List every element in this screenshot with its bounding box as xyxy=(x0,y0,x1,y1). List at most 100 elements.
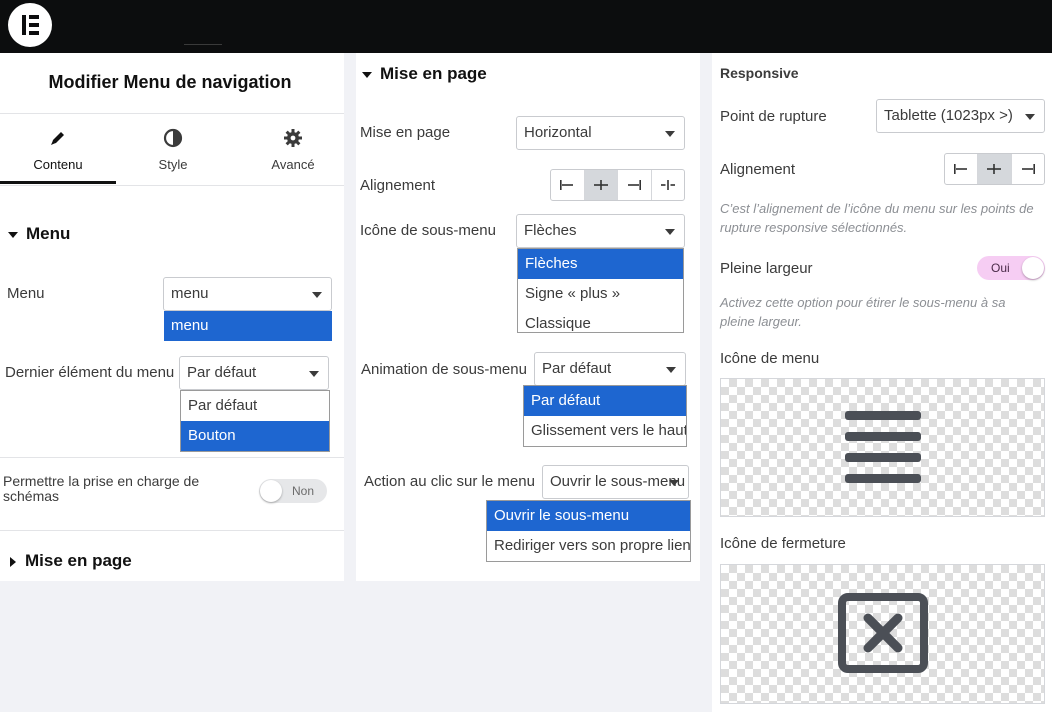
submenu-icon-label: Icône de sous-menu xyxy=(360,222,496,239)
dropdown-option[interactable]: Ouvrir le sous-menu xyxy=(487,501,690,531)
divider xyxy=(0,185,344,186)
click-action-select-value: Ouvrir le sous-menu xyxy=(550,473,686,490)
full-width-hint: Activez cette option pour étirer le sous… xyxy=(720,295,1006,329)
submenu-icon-dropdown: Flèches Signe « plus » Classique xyxy=(517,248,684,333)
click-action-select[interactable]: Ouvrir le sous-menu xyxy=(542,465,689,499)
menu-icon-picker[interactable] xyxy=(720,378,1045,517)
section-layout-header[interactable]: Mise en page xyxy=(362,64,487,84)
align-start-button[interactable] xyxy=(945,154,979,184)
align-end-button[interactable] xyxy=(618,170,652,200)
align-center-icon xyxy=(593,180,608,190)
toggle-label: Non xyxy=(292,484,315,498)
responsive-alignment-label: Alignement xyxy=(720,161,796,178)
elementor-logo-icon[interactable] xyxy=(8,3,52,47)
align-start-icon xyxy=(954,164,968,174)
layout-label: Mise en page xyxy=(360,124,451,141)
click-action-label: Action au clic sur le menu xyxy=(364,473,535,490)
chevron-down-icon xyxy=(666,367,676,373)
toggle-knob xyxy=(1022,257,1044,279)
align-start-button[interactable] xyxy=(551,170,585,200)
menu-select[interactable]: menu xyxy=(163,277,332,311)
panel-title: Modifier Menu de navigation xyxy=(48,72,292,92)
submenu-icon-select-value: Flèches xyxy=(524,222,577,239)
breakpoint-select-value: Tablette (1023px >) xyxy=(884,107,1013,124)
chevron-down-icon xyxy=(312,292,322,298)
dropdown-option[interactable]: Signe « plus » xyxy=(518,279,683,309)
chevron-down-icon xyxy=(665,131,675,137)
last-item-dropdown: Par défaut Bouton xyxy=(180,390,330,452)
tab-label: Avancé xyxy=(271,157,315,172)
last-item-select[interactable]: Par défaut xyxy=(179,356,329,390)
tab-style[interactable]: Style xyxy=(116,114,230,184)
section-label: Mise en page xyxy=(25,551,132,570)
schema-label: Permettre la prise en charge de schémas xyxy=(3,473,200,504)
tab-contenu[interactable]: Contenu xyxy=(0,114,116,184)
section-label: Menu xyxy=(26,224,71,243)
submenu-animation-dropdown: Par défaut Glissement vers le haut xyxy=(523,385,687,447)
section-menu-toggle[interactable]: Menu xyxy=(8,224,70,244)
dropdown-option[interactable]: Bouton xyxy=(181,421,329,451)
full-width-toggle[interactable]: Oui xyxy=(977,256,1045,280)
submenu-animation-select-value: Par défaut xyxy=(542,360,612,377)
submenu-icon-select[interactable]: Flèches xyxy=(516,214,685,248)
chevron-down-icon xyxy=(669,480,679,486)
hamburger-menu-icon xyxy=(845,411,921,483)
tab-avance[interactable]: Avancé xyxy=(236,114,350,184)
submenu-animation-select[interactable]: Par défaut xyxy=(534,352,686,386)
editor-topbar xyxy=(0,0,1052,53)
align-end-icon xyxy=(628,180,642,190)
menu-select-value: menu xyxy=(171,285,209,302)
full-width-label: Pleine largeur xyxy=(720,260,813,277)
dropdown-option[interactable]: Par défaut xyxy=(181,391,329,421)
tab-label: Style xyxy=(158,157,188,172)
topbar-divider xyxy=(184,44,222,45)
schema-toggle[interactable]: Non xyxy=(259,479,327,503)
submenu-animation-label: Animation de sous-menu xyxy=(361,361,527,378)
layout-select-value: Horizontal xyxy=(524,124,592,141)
chevron-down-icon xyxy=(665,229,675,235)
dropdown-option[interactable]: Par défaut xyxy=(524,386,686,416)
caret-down-icon xyxy=(362,71,372,78)
section-responsive-title: Responsive xyxy=(720,65,799,81)
responsive-alignment-button-group xyxy=(944,153,1045,185)
section-label: Mise en page xyxy=(380,64,487,83)
caret-down-icon xyxy=(8,231,18,238)
gear-icon xyxy=(284,129,302,147)
alignment-hint: C’est l’alignement de l’icône du menu su… xyxy=(720,201,1034,235)
pencil-icon xyxy=(51,132,64,145)
close-icon-picker[interactable] xyxy=(720,564,1045,704)
divider xyxy=(0,530,344,531)
layout-select[interactable]: Horizontal xyxy=(516,116,685,150)
dropdown-option[interactable]: Flèches xyxy=(518,249,683,279)
close-icon-label: Icône de fermeture xyxy=(720,535,846,552)
align-end-button[interactable] xyxy=(1012,154,1044,184)
chevron-down-icon xyxy=(309,371,319,377)
divider xyxy=(0,457,344,458)
breakpoint-label: Point de rupture xyxy=(720,108,827,125)
align-center-button[interactable] xyxy=(978,154,1012,184)
last-item-label: Dernier élément du menu xyxy=(5,364,175,381)
chevron-down-icon xyxy=(1025,114,1035,120)
dropdown-option[interactable]: menu xyxy=(164,311,332,341)
align-start-icon xyxy=(560,180,574,190)
alignment-button-group xyxy=(550,169,685,201)
align-end-icon xyxy=(1021,164,1035,174)
breakpoint-select[interactable]: Tablette (1023px >) xyxy=(876,99,1045,133)
section-layout-toggle[interactable]: Mise en page xyxy=(10,551,132,571)
align-center-button[interactable] xyxy=(584,170,618,200)
close-box-icon xyxy=(838,593,928,673)
alignment-label: Alignement xyxy=(360,177,436,194)
align-justify-icon xyxy=(660,180,675,190)
click-action-dropdown: Ouvrir le sous-menu Rediriger vers son p… xyxy=(486,500,691,562)
dropdown-option[interactable]: Rediriger vers son propre lien xyxy=(487,531,690,561)
toggle-label: Oui xyxy=(991,261,1010,275)
align-center-icon xyxy=(987,164,1002,174)
dropdown-option[interactable]: Glissement vers le haut xyxy=(524,416,686,446)
last-item-select-value: Par défaut xyxy=(187,364,257,381)
menu-icon-label: Icône de menu xyxy=(720,350,820,367)
caret-right-icon xyxy=(10,556,16,567)
toggle-knob xyxy=(260,480,282,502)
align-justify-button[interactable] xyxy=(652,170,685,200)
menu-label: Menu xyxy=(7,285,45,302)
dropdown-option[interactable]: Classique xyxy=(518,309,683,332)
